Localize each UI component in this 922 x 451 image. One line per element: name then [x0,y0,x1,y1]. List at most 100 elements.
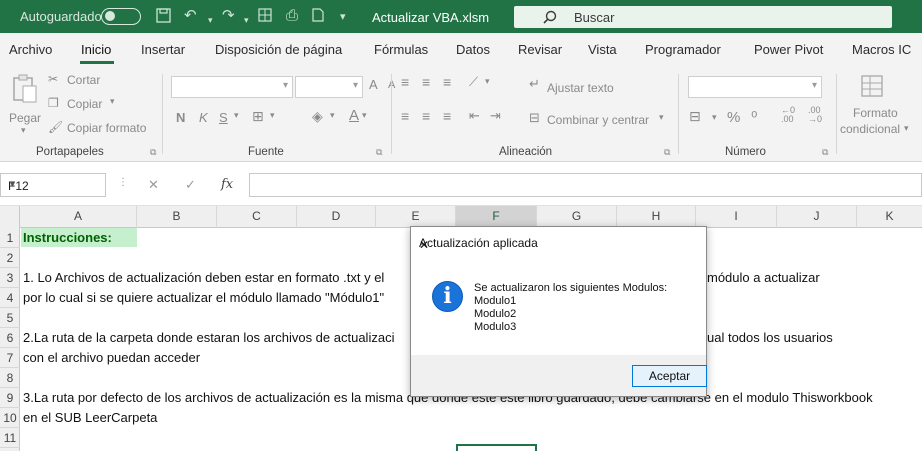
row-header-11[interactable]: 11 [0,428,20,448]
conditional-format-button[interactable]: Formato condicional ▾ [840,72,922,138]
column-header-c[interactable]: C [217,206,297,228]
decrease-indent-icon[interactable]: ⇤ [469,108,480,124]
increase-decimal-icon[interactable]: ←0.00 [781,106,795,124]
column-header-b[interactable]: B [137,206,217,228]
alignment-launcher-icon[interactable]: ⧉ [664,147,670,158]
row-header-6[interactable]: 6 [0,328,20,348]
dialog-title-bar[interactable]: Actualización aplicada ✕ [411,227,706,257]
column-header-e[interactable]: E [376,206,456,228]
table-icon[interactable] [258,8,272,26]
redo-dropdown-icon[interactable]: ▾ [244,12,249,28]
align-bottom-icon[interactable]: ≡ [443,74,451,90]
comma-style-icon[interactable]: ⁰ [751,108,757,128]
tab-disposicion[interactable]: Disposición de página [215,42,342,57]
column-header-g[interactable]: G [537,206,617,228]
fill-color-icon[interactable]: ◈ [312,108,323,125]
column-header-j[interactable]: J [777,206,857,228]
cut-button[interactable]: Cortar [67,73,100,87]
font-name-combo[interactable]: ▾ [171,76,293,98]
ok-button[interactable]: Aceptar [632,365,707,387]
column-header-h[interactable]: H [617,206,696,228]
number-format-combo[interactable]: ▾ [688,76,822,98]
tab-revisar[interactable]: Revisar [518,42,562,57]
font-color-dropdown-icon[interactable]: ▾ [362,110,367,121]
row-header-7[interactable]: 7 [0,348,20,368]
cell-a3[interactable]: 1. Lo Archivos de actualización deben es… [23,270,384,285]
cancel-icon[interactable]: ✕ [148,177,159,193]
italic-button[interactable]: K [199,110,208,125]
accounting-format-icon[interactable]: ⊟ [689,108,701,125]
clipboard-launcher-icon[interactable]: ⧉ [150,147,156,158]
cell-a10[interactable]: en el SUB LeerCarpeta [23,410,157,425]
tab-power-pivot[interactable]: Power Pivot [754,42,823,57]
undo-dropdown-icon[interactable]: ▾ [208,12,213,28]
cell-a1[interactable]: Instrucciones: [21,228,137,247]
align-center-icon[interactable]: ≡ [422,108,430,124]
tab-formulas[interactable]: Fórmulas [374,42,428,57]
bold-button[interactable]: N [176,110,185,125]
insert-function-button[interactable]: fx [221,177,233,192]
increase-font-icon[interactable]: A [369,77,378,92]
orientation-icon[interactable]: ⟋ [469,74,478,90]
select-all-corner[interactable] [0,206,20,228]
accounting-dropdown-icon[interactable]: ▾ [712,112,717,123]
number-launcher-icon[interactable]: ⧉ [822,147,828,158]
font-size-combo[interactable]: ▾ [295,76,363,98]
underline-dropdown-icon[interactable]: ▾ [234,110,239,121]
copy-dropdown-icon[interactable]: ▾ [110,96,115,107]
tab-macros-ic[interactable]: Macros IC [852,42,911,57]
align-middle-icon[interactable]: ≡ [422,74,430,90]
column-header-f[interactable]: F [456,206,537,228]
decrease-decimal-icon[interactable]: .00 →0 [808,106,822,124]
row-header-1[interactable]: 1 [0,228,20,248]
wrap-text-button[interactable]: Ajustar texto [547,81,614,95]
new-file-icon[interactable] [312,8,324,26]
format-painter-button[interactable]: Copiar formato [67,121,146,135]
autosave-toggle[interactable] [101,8,141,25]
borders-dropdown-icon[interactable]: ▾ [270,110,275,121]
tab-vista[interactable]: Vista [588,42,617,57]
font-launcher-icon[interactable]: ⧉ [376,147,382,158]
tab-inicio[interactable]: Inicio [81,42,111,57]
row-header-9[interactable]: 9 [0,388,20,408]
underline-button[interactable]: S [219,110,228,125]
formula-input[interactable] [249,173,922,197]
paste-button[interactable]: Pegar ▾ [6,70,44,135]
search-box[interactable]: Buscar [514,6,892,28]
row-header-2[interactable]: 2 [0,248,20,268]
redo-icon[interactable]: ↷ [222,8,235,24]
tab-archivo[interactable]: Archivo [9,42,52,57]
name-box[interactable]: F12 ▼ [0,173,106,197]
cell-a6[interactable]: 2.La ruta de la carpeta donde estaran lo… [23,330,394,345]
row-header-3[interactable]: 3 [0,268,20,288]
selected-cell-f12[interactable] [456,444,537,451]
tab-datos[interactable]: Datos [456,42,490,57]
column-header-i[interactable]: I [696,206,777,228]
row-header-10[interactable]: 10 [0,408,20,428]
align-right-icon[interactable]: ≡ [443,108,451,124]
row-header-4[interactable]: 4 [0,288,20,308]
tab-insertar[interactable]: Insertar [141,42,185,57]
merge-dropdown-icon[interactable]: ▾ [659,112,664,123]
column-header-a[interactable]: A [20,206,137,228]
copy-button[interactable]: Copiar [67,97,102,111]
row-header-8[interactable]: 8 [0,368,20,388]
column-header-k[interactable]: K [857,206,922,228]
orientation-dropdown-icon[interactable]: ▾ [485,76,490,87]
customize-toolbar-icon[interactable]: ▾ [340,9,346,25]
percent-button[interactable]: % [727,109,740,126]
save-icon[interactable] [156,8,171,27]
font-color-icon[interactable]: A [349,107,359,124]
undo-icon[interactable]: ↶ [184,8,197,24]
cell-a4[interactable]: por lo cual si se quiere actualizar el m… [23,290,384,305]
cell-a7[interactable]: con el archivo puedan acceder [23,350,200,365]
merge-center-button[interactable]: Combinar y centrar [547,113,649,127]
borders-icon[interactable]: ⊞ [252,108,264,125]
printer-icon[interactable]: ⎙ [286,8,298,24]
align-left-icon[interactable]: ≡ [401,108,409,124]
column-header-d[interactable]: D [297,206,376,228]
align-top-icon[interactable]: ≡ [401,74,409,90]
enter-icon[interactable]: ✓ [185,177,196,193]
tab-programador[interactable]: Programador [645,42,721,57]
close-icon[interactable]: ✕ [419,236,697,254]
